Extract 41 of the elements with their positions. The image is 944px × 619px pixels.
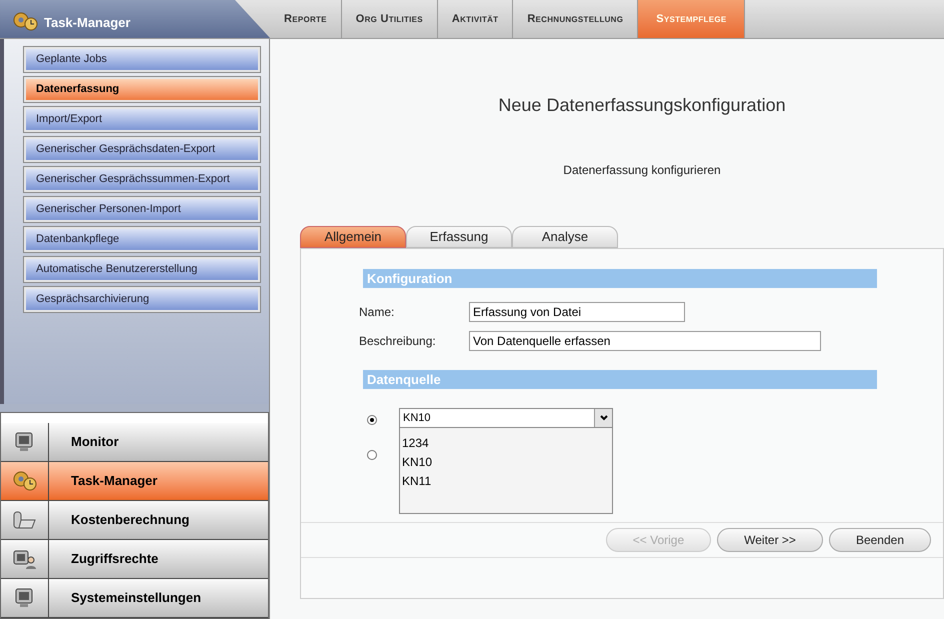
radio-button[interactable] [367, 450, 377, 460]
sidebar-item[interactable]: Gesprächsarchivierung [24, 287, 260, 312]
sidebar-item[interactable]: Datenerfassung [24, 77, 260, 102]
dropdown-option[interactable]: KN11 [402, 472, 612, 491]
sidebar-item[interactable]: Generischer Gesprächsdaten-Export [24, 137, 260, 162]
section-header: Konfiguration [363, 269, 877, 288]
dropdown-list[interactable]: 1234 KN10 KN11 [399, 428, 613, 514]
dropdown-option[interactable]: KN10 [402, 453, 612, 472]
top-tab[interactable]: Reporte [270, 0, 342, 38]
sidebar-item[interactable]: Geplante Jobs [24, 47, 260, 72]
dropdown-select[interactable]: KN10 [399, 408, 613, 428]
app-title: Task-Manager [44, 14, 130, 32]
module-item[interactable]: Kostenberechnung [1, 501, 268, 540]
sidebar-item[interactable]: Automatische Benutzererstellung [24, 257, 260, 282]
sidebar-item[interactable]: Generischer Personen-Import [24, 197, 260, 222]
module-item[interactable]: Systemeinstellungen [1, 579, 268, 618]
tab[interactable]: Analyse [512, 226, 618, 248]
sidebar-item[interactable]: Import/Export [24, 107, 260, 132]
gears-icon [12, 469, 38, 493]
top-tab[interactable]: Aktivität [438, 0, 514, 38]
radio-button[interactable] [367, 415, 377, 425]
module-item[interactable]: Zugriffsrechte [1, 540, 268, 579]
section-header: Datenquelle [363, 370, 877, 389]
module-item[interactable]: Monitor [1, 423, 268, 462]
field-label: Beschreibung: [359, 333, 437, 350]
wizard-button[interactable]: Beenden [828, 528, 931, 552]
module-item[interactable]: Task-Manager [1, 462, 268, 501]
top-tab[interactable]: Org Utilities [342, 0, 438, 38]
sidebar-item[interactable]: Generischer Gesprächssummen-Export [24, 167, 260, 192]
page-subtitle: Datenerfassung konfigurieren [562, 162, 722, 179]
page-title: Neue Datenerfassungskonfiguration [497, 94, 787, 117]
input-field[interactable]: Erfassung von Datei [469, 302, 685, 322]
input-field[interactable]: Von Datenquelle erfassen [469, 331, 821, 351]
gears-icon [12, 10, 38, 32]
sidebar-item[interactable]: Datenbankpflege [24, 227, 260, 252]
dropdown-option[interactable]: 1234 [402, 434, 612, 453]
wizard-button[interactable]: Weiter >> [717, 528, 823, 552]
field-label: Name: [359, 304, 396, 321]
tab[interactable]: Erfassung [406, 226, 512, 248]
chevron-down-icon [600, 415, 608, 421]
tab[interactable]: Allgemein [300, 226, 406, 248]
